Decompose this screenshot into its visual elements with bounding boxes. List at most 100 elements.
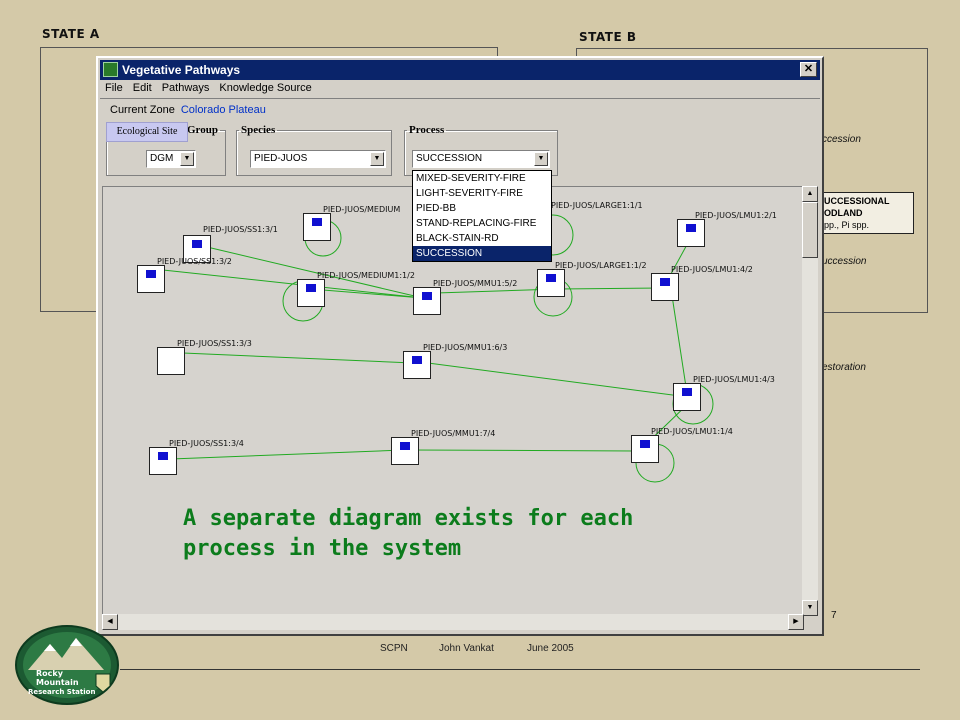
state-node[interactable] <box>403 351 431 379</box>
node-label: PIED-JUOS/LARGE1:1/1 <box>551 201 643 210</box>
state-node[interactable] <box>631 435 659 463</box>
bg-class-box: UCCESSIONAL ODLAND pp., Pi spp. <box>818 192 914 234</box>
state-node[interactable] <box>391 437 419 465</box>
species-select[interactable]: PIED-JUOS ▼ <box>250 150 386 168</box>
transition-arrow <box>410 447 639 455</box>
process-option[interactable]: MIXED-SEVERITY-FIRE <box>413 171 551 186</box>
state-a-label: STATE A <box>42 27 100 41</box>
chevron-down-icon[interactable]: ▼ <box>180 152 194 166</box>
window-title: Vegetative Pathways <box>122 63 241 77</box>
node-marker <box>660 278 670 286</box>
node-marker <box>412 356 422 364</box>
node-label: PIED-JUOS/SS1:3/1 <box>203 225 278 234</box>
node-label: PIED-JUOS/MMU1:6/3 <box>423 343 508 352</box>
node-marker <box>422 292 432 300</box>
node-label: PIED-JUOS/MEDIUM1:1/2 <box>317 271 415 280</box>
state-node[interactable] <box>651 273 679 301</box>
process-option[interactable]: BLACK-STAIN-RD <box>413 231 551 246</box>
menu-edit[interactable]: Edit <box>128 80 157 96</box>
ecological-site-tab[interactable]: Ecological Site <box>106 122 188 142</box>
bg-succession-label: uccession <box>822 256 867 267</box>
node-label: PIED-JUOS/LMU1:2/1 <box>695 211 777 220</box>
close-button[interactable]: ✕ <box>800 62 817 77</box>
node-label: PIED-JUOS/MMU1:5/2 <box>433 279 518 288</box>
node-label: PIED-JUOS/SS1:3/2 <box>157 257 232 266</box>
node-marker <box>686 224 696 232</box>
scroll-right-icon[interactable]: ▶ <box>788 614 804 630</box>
current-zone-label: Current Zone <box>110 104 175 116</box>
bg-restoration-label: estoration <box>822 362 866 373</box>
process-option[interactable]: STAND-REPLACING-FIRE <box>413 216 551 231</box>
chevron-down-icon[interactable]: ▼ <box>370 152 384 166</box>
node-marker <box>312 218 322 226</box>
scroll-up-icon[interactable]: ▲ <box>802 186 818 202</box>
process-value: SUCCESSION <box>416 153 483 164</box>
node-marker <box>400 442 410 450</box>
process-option-selected[interactable]: SUCCESSION <box>413 246 551 261</box>
logo-text: Research Station <box>28 688 95 696</box>
node-marker <box>682 388 692 396</box>
state-node[interactable] <box>297 279 325 307</box>
current-zone-value: Colorado Plateau <box>180 104 266 116</box>
node-label: PIED-JUOS/SS1:3/4 <box>169 439 244 448</box>
transition-arrow <box>182 352 414 367</box>
process-caption: A separate diagram exists for each proce… <box>183 506 634 561</box>
horizontal-scrollbar[interactable]: ◀ ▶ <box>102 614 804 630</box>
group-select[interactable]: DGM ▼ <box>146 150 196 168</box>
logo-text: Mountain <box>36 678 79 687</box>
state-node[interactable] <box>149 447 177 475</box>
transition-arrow <box>427 362 689 400</box>
state-node[interactable] <box>137 265 165 293</box>
logo-text: Rocky <box>36 669 64 678</box>
state-node[interactable] <box>537 269 565 297</box>
process-option[interactable]: PIED-BB <box>413 201 551 216</box>
process-legend: Process <box>409 124 445 136</box>
node-label: PIED-JUOS/LMU1:4/3 <box>693 375 775 384</box>
process-dropdown-list: MIXED-SEVERITY-FIRE LIGHT-SEVERITY-FIRE … <box>412 170 552 262</box>
rocky-mountain-research-station-logo: Rocky Mountain Research Station <box>15 625 119 705</box>
menu-bar: File Edit Pathways Knowledge Source <box>100 80 820 98</box>
species-legend: Species <box>241 124 276 136</box>
state-b-label: STATE B <box>579 30 637 44</box>
bg-succession-label: ccession <box>822 134 861 145</box>
group-legend: Group <box>187 124 218 136</box>
bg-class-line: UCCESSIONAL <box>824 196 890 206</box>
group-value: DGM <box>150 153 174 164</box>
node-marker <box>306 284 316 292</box>
current-zone: Current Zone Colorado Plateau <box>110 104 266 116</box>
process-select[interactable]: SUCCESSION ▼ <box>412 150 550 168</box>
state-node[interactable] <box>157 347 185 375</box>
title-bar[interactable]: Vegetative Pathways ✕ <box>100 60 820 80</box>
footer-author: John Vankat <box>439 643 494 654</box>
node-label: PIED-JUOS/LMU1:4/2 <box>671 265 753 274</box>
state-node[interactable] <box>413 287 441 315</box>
node-label: PIED-JUOS/SS1:3/3 <box>177 339 252 348</box>
menu-file[interactable]: File <box>100 80 128 96</box>
scroll-thumb[interactable] <box>802 202 818 258</box>
node-marker <box>640 440 650 448</box>
state-node[interactable] <box>673 383 701 411</box>
footer-rule <box>120 669 920 670</box>
state-node[interactable] <box>677 219 705 247</box>
bg-number: 7 <box>831 610 837 621</box>
node-label: PIED-JUOS/LMU1:1/4 <box>651 427 733 436</box>
menu-knowledge-source[interactable]: Knowledge Source <box>214 80 316 96</box>
state-node[interactable] <box>303 213 331 241</box>
close-icon: ✕ <box>803 63 814 75</box>
scroll-down-icon[interactable]: ▼ <box>802 600 818 616</box>
node-label: PIED-JUOS/LARGE1:1/2 <box>555 261 647 270</box>
process-option[interactable]: LIGHT-SEVERITY-FIRE <box>413 186 551 201</box>
transition-arrow <box>170 446 404 460</box>
node-marker <box>546 274 556 282</box>
footer-org: SCPN <box>380 643 408 654</box>
transition-arrow <box>557 284 664 292</box>
footer-date: June 2005 <box>527 643 574 654</box>
species-value: PIED-JUOS <box>254 153 308 164</box>
node-label: PIED-JUOS/MMU1:7/4 <box>411 429 496 438</box>
vertical-scrollbar[interactable]: ▲ ▼ <box>802 186 818 616</box>
node-label: PIED-JUOS/MEDIUM <box>323 205 401 214</box>
bg-class-line: ODLAND <box>824 208 863 218</box>
chevron-down-icon[interactable]: ▼ <box>534 152 548 166</box>
menu-pathways[interactable]: Pathways <box>157 80 215 96</box>
bg-class-line: pp., Pi spp. <box>824 220 870 230</box>
